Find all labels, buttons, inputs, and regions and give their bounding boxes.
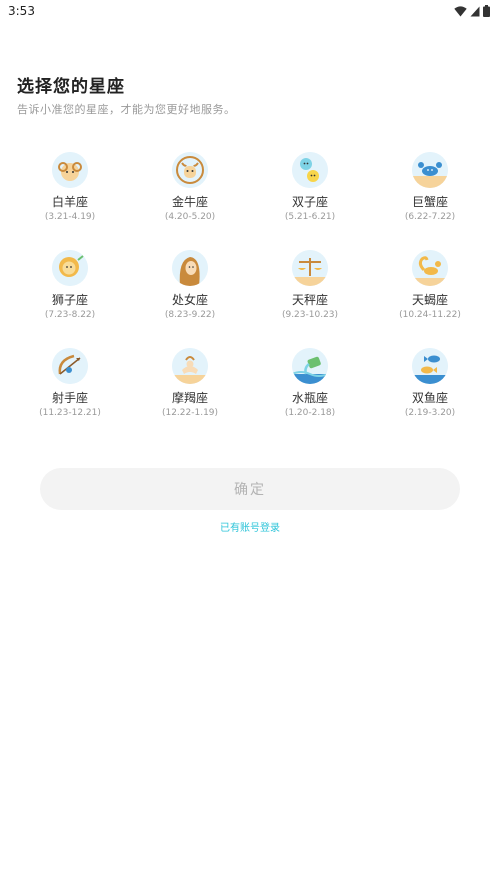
zodiac-range: (3.21-4.19)	[44, 212, 96, 222]
capricorn-icon	[172, 348, 208, 384]
zodiac-name: 巨蟹座	[411, 195, 448, 209]
zodiac-name: 处女座	[171, 293, 208, 307]
confirm-button[interactable]: 确定	[40, 468, 460, 510]
zodiac-range: (11.23-12.21)	[39, 408, 101, 418]
zodiac-range: (9.23-10.23)	[281, 310, 339, 320]
zodiac-range: (12.22-1.19)	[161, 408, 219, 418]
zodiac-item-sagittarius[interactable]: 射手座 (11.23-12.21)	[10, 348, 130, 446]
zodiac-range: (4.20-5.20)	[164, 212, 216, 222]
zodiac-name: 白羊座	[51, 195, 88, 209]
zodiac-name: 射手座	[51, 391, 88, 405]
zodiac-item-gemini[interactable]: 双子座 (5.21-6.21)	[250, 152, 370, 250]
taurus-icon	[172, 152, 208, 188]
zodiac-grid: 白羊座 (3.21-4.19) 金牛座 (4.20-5.20) 双子座 (5.2…	[10, 152, 490, 446]
zodiac-range: (6.22-7.22)	[404, 212, 456, 222]
page-subtitle: 告诉小准您的星座，才能为您更好地服务。	[17, 103, 236, 116]
zodiac-item-capricorn[interactable]: 摩羯座 (12.22-1.19)	[130, 348, 250, 446]
signal-icon	[470, 6, 480, 16]
aries-icon	[52, 152, 88, 188]
zodiac-range: (8.23-9.22)	[164, 310, 216, 320]
virgo-icon	[172, 250, 208, 286]
zodiac-item-libra[interactable]: 天秤座 (9.23-10.23)	[250, 250, 370, 348]
zodiac-name: 狮子座	[51, 293, 88, 307]
zodiac-name: 天秤座	[291, 293, 328, 307]
zodiac-range: (10.24-11.22)	[399, 310, 461, 320]
status-icons	[454, 5, 490, 17]
zodiac-item-taurus[interactable]: 金牛座 (4.20-5.20)	[130, 152, 250, 250]
wifi-icon	[454, 5, 467, 16]
zodiac-item-leo[interactable]: 狮子座 (7.23-8.22)	[10, 250, 130, 348]
zodiac-range: (7.23-8.22)	[44, 310, 96, 320]
zodiac-item-pisces[interactable]: 双鱼座 (2.19-3.20)	[370, 348, 490, 446]
zodiac-range: (5.21-6.21)	[284, 212, 336, 222]
zodiac-item-cancer[interactable]: 巨蟹座 (6.22-7.22)	[370, 152, 490, 250]
sagittarius-icon	[52, 348, 88, 384]
zodiac-item-virgo[interactable]: 处女座 (8.23-9.22)	[130, 250, 250, 348]
zodiac-item-aries[interactable]: 白羊座 (3.21-4.19)	[10, 152, 130, 250]
zodiac-name: 金牛座	[171, 195, 208, 209]
gemini-icon	[292, 152, 328, 188]
libra-icon	[292, 250, 328, 286]
zodiac-range: (2.19-3.20)	[404, 408, 456, 418]
zodiac-range: (1.20-2.18)	[284, 408, 336, 418]
zodiac-name: 摩羯座	[171, 391, 208, 405]
leo-icon	[52, 250, 88, 286]
zodiac-name: 天蝎座	[411, 293, 448, 307]
pisces-icon	[412, 348, 448, 384]
zodiac-name: 双子座	[291, 195, 328, 209]
zodiac-name: 双鱼座	[411, 391, 448, 405]
existing-account-login-link[interactable]: 已有账号登录	[0, 519, 500, 534]
status-time: 3:53	[8, 4, 35, 18]
page-title: 选择您的星座	[17, 77, 125, 97]
aquarius-icon	[292, 348, 328, 384]
zodiac-name: 水瓶座	[291, 391, 328, 405]
battery-icon	[483, 5, 490, 17]
zodiac-item-scorpio[interactable]: 天蝎座 (10.24-11.22)	[370, 250, 490, 348]
page-header: 选择您的星座 告诉小准您的星座，才能为您更好地服务。	[17, 72, 236, 117]
scorpio-icon	[412, 250, 448, 286]
status-bar: 3:53	[0, 0, 500, 22]
cancer-icon	[412, 152, 448, 188]
zodiac-item-aquarius[interactable]: 水瓶座 (1.20-2.18)	[250, 348, 370, 446]
